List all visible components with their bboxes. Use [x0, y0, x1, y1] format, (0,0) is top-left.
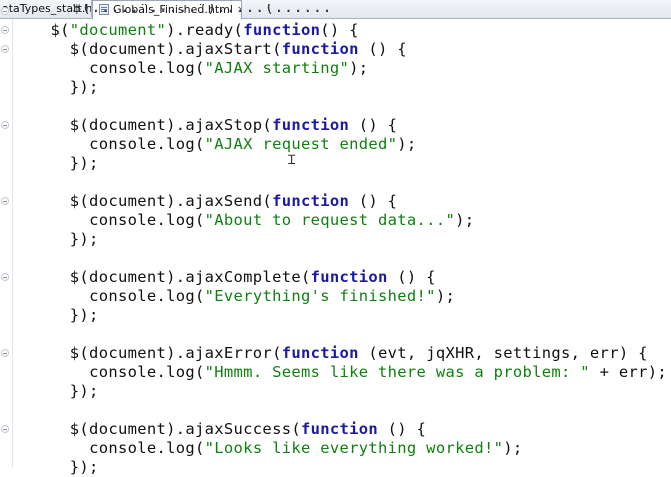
- code-text: $(document).ajaxComplete(: [69, 268, 311, 286]
- code-text: (evt, jqXHR, settings, err) {: [358, 344, 648, 362]
- code-line: });: [12, 78, 99, 97]
- fold-toggle-icon[interactable]: [1, 349, 9, 357]
- code-line: $(document).ajaxStart(function () {: [12, 40, 407, 59]
- code-text: $(document).ajaxSuccess(: [69, 420, 301, 438]
- code-line: console.log("Looks like everything worke…: [12, 439, 523, 458]
- keyword: function: [272, 116, 350, 134]
- code-text: console.log(: [89, 211, 205, 229]
- code-text: });: [69, 382, 99, 400]
- keyword: function: [300, 420, 379, 438]
- code-text: () {: [358, 40, 407, 58]
- code-text: console.log(: [89, 287, 205, 305]
- code-line: $("document").ready(function() {: [12, 21, 359, 40]
- code-text: $(document).ajaxError(: [69, 344, 282, 362]
- code-line: console.log("About to request data...");: [12, 211, 474, 230]
- keyword: function: [281, 40, 359, 58]
- code-line: });: [12, 230, 99, 249]
- code-text: });: [69, 154, 99, 172]
- fold-toggle-icon[interactable]: [1, 273, 9, 281]
- code-line-partial: $(.....".....").....(......: [72, 4, 333, 14]
- code-line: $(document).ajaxStop(function () {: [12, 116, 397, 135]
- fold-toggle-icon[interactable]: [1, 26, 9, 34]
- keyword: function: [310, 268, 388, 286]
- code-text: ).ready(: [166, 21, 244, 39]
- code-line: });: [12, 306, 99, 325]
- string-literal: "AJAX request ended": [204, 135, 398, 153]
- code-text: );: [435, 287, 456, 305]
- string-literal: "Everything's finished!": [204, 287, 436, 305]
- code-line: console.log("AJAX starting");: [12, 59, 368, 78]
- code-text: console.log(: [89, 439, 205, 457]
- code-text: $(: [50, 21, 70, 39]
- code-line: console.log("Hmmm. Seems like there was …: [12, 363, 667, 382]
- code-line: $(document).ajaxSend(function () {: [12, 192, 397, 211]
- code-text: $(document).ajaxStop(: [69, 116, 273, 134]
- code-text: console.log(: [89, 135, 205, 153]
- fold-toggle-icon[interactable]: [1, 45, 9, 53]
- code-text: });: [69, 458, 99, 476]
- code-editor[interactable]: $(.....".....").....(...... $("document"…: [12, 0, 671, 476]
- code-text: + err);: [589, 363, 667, 381]
- keyword: function: [281, 344, 359, 362]
- code-line: console.log("AJAX request ended");: [12, 135, 417, 154]
- fold-toggle-icon[interactable]: [1, 121, 9, 129]
- fold-toggle-icon[interactable]: [1, 7, 9, 15]
- string-literal: "Hmmm. Seems like there was a problem: ": [204, 363, 590, 381]
- keyword: function: [243, 21, 321, 39]
- code-text: );: [397, 135, 417, 153]
- code-line: console.log("Everything's finished!");: [12, 287, 455, 306]
- code-text: () {: [320, 21, 359, 39]
- code-text: console.log(: [89, 363, 205, 381]
- code-text: $(document).ajaxStart(: [69, 40, 282, 58]
- code-line: $(document).ajaxComplete(function () {: [12, 268, 436, 287]
- code-text: );: [349, 59, 369, 77]
- code-text: });: [69, 306, 99, 324]
- keyword: function: [272, 192, 350, 210]
- code-text: );: [455, 211, 475, 229]
- code-text: () {: [349, 116, 398, 134]
- code-text: );: [503, 439, 523, 457]
- code-line: $(document).ajaxError(function (evt, jqX…: [12, 344, 648, 363]
- fold-toggle-icon[interactable]: [1, 197, 9, 205]
- string-literal: "Looks like everything worked!": [204, 439, 504, 457]
- code-text: });: [69, 78, 99, 96]
- code-line: });: [12, 382, 99, 401]
- text-cursor-icon: Ɪ: [288, 153, 296, 168]
- string-literal: "document": [69, 21, 167, 39]
- code-text: console.log(: [89, 59, 205, 77]
- string-literal: "About to request data...": [204, 211, 456, 229]
- code-line: $(document).ajaxSuccess(function () {: [12, 420, 426, 439]
- fold-toggle-icon[interactable]: [1, 425, 9, 433]
- code-text: () {: [378, 420, 427, 438]
- code-text: () {: [349, 192, 398, 210]
- code-text: });: [69, 230, 99, 248]
- code-text: () {: [387, 268, 436, 286]
- code-line: });: [12, 154, 99, 173]
- string-literal: "AJAX starting": [204, 59, 350, 77]
- code-text: $(document).ajaxSend(: [69, 192, 273, 210]
